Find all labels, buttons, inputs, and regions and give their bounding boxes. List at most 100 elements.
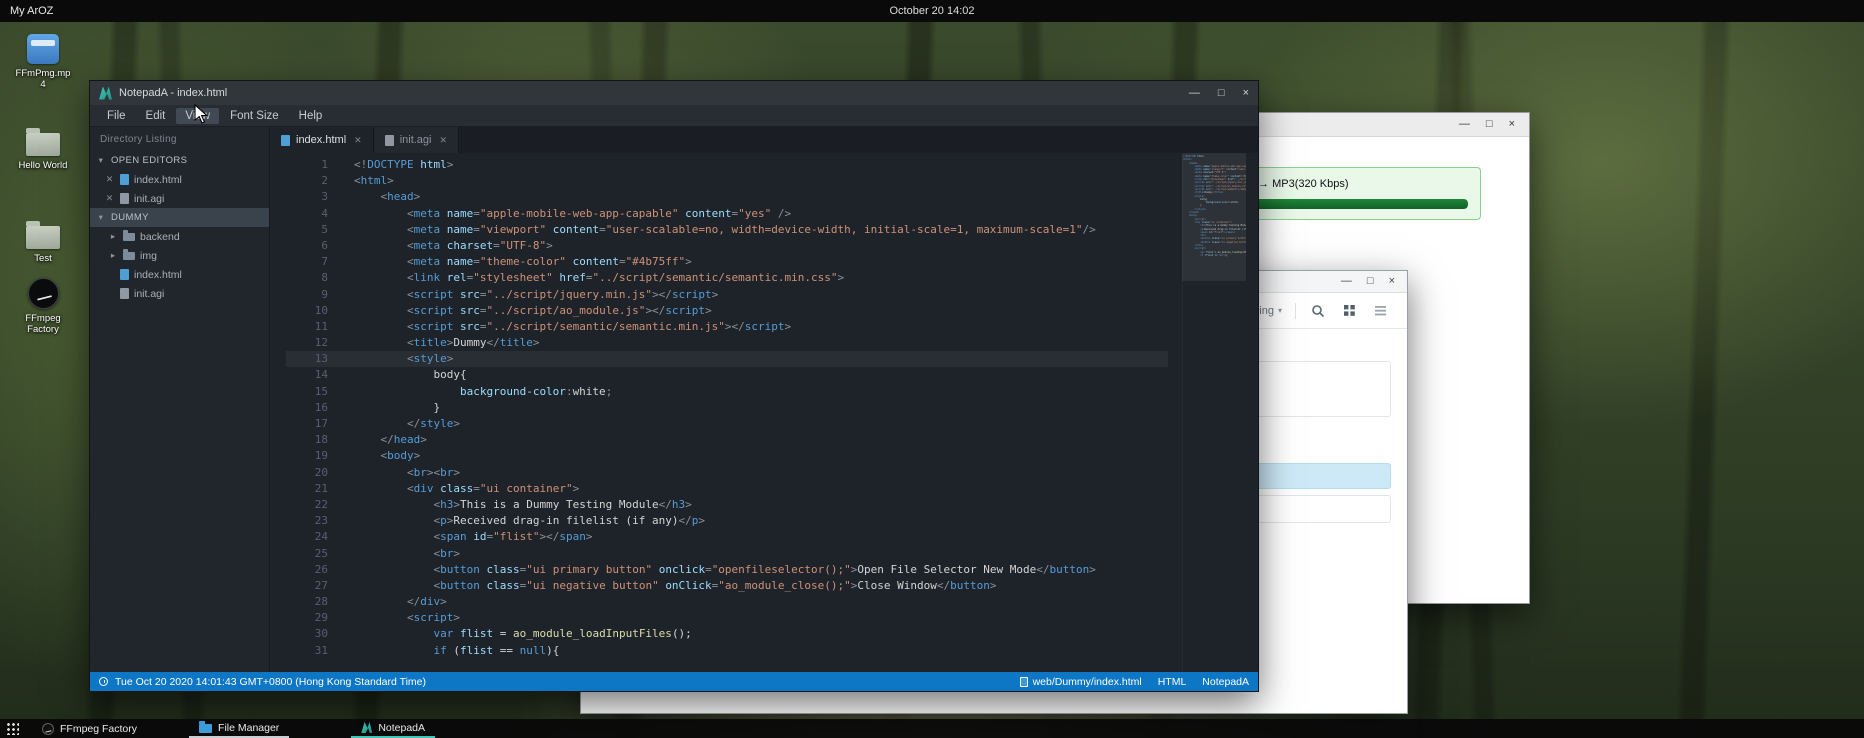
code-area[interactable]: 1<!DOCTYPE html>2<html>3 <head>4 <meta n… [270, 153, 1258, 672]
sidebar-folder-backend[interactable]: ▸backend [90, 227, 269, 246]
close-icon[interactable]: × [1243, 88, 1249, 99]
menu-help[interactable]: Help [290, 108, 332, 124]
code-line[interactable]: 28 </div> [286, 594, 1168, 610]
code-line[interactable]: 23 <p>Received drag-in filelist (if any)… [286, 513, 1168, 529]
desktop-icon-test[interactable]: Test [12, 219, 74, 264]
notepada-titlebar[interactable]: NotepadA - index.html — □ × [90, 81, 1258, 105]
code-line[interactable]: 24 <span id="flist"></span> [286, 529, 1168, 545]
code-line[interactable]: 22 <h3>This is a Dummy Testing Module</h… [286, 497, 1168, 513]
code-line[interactable]: 11 <script src="../script/semantic/seman… [286, 319, 1168, 335]
code-line[interactable]: 29 <script> [286, 610, 1168, 626]
maximize-icon[interactable]: □ [1486, 119, 1493, 130]
grid-view-icon[interactable] [1340, 302, 1358, 320]
menu-view[interactable]: View [176, 108, 219, 124]
minimize-icon[interactable]: — [1341, 276, 1352, 287]
code-editor[interactable]: 1<!DOCTYPE html>2<html>3 <head>4 <meta n… [270, 153, 1258, 672]
status-filepath-group: web/Dummy/index.html [1020, 676, 1142, 688]
desktop-icon-ffmpmg-mp4[interactable]: FFmPmg.mp4 [12, 34, 74, 90]
menu-file[interactable]: File [98, 108, 135, 124]
minimap-slider[interactable] [1182, 153, 1246, 281]
code-line[interactable]: 13 <style> [286, 351, 1168, 367]
line-number: 20 [286, 465, 328, 481]
code-text: <br> [354, 547, 460, 560]
window-controls: — □ × [1189, 88, 1249, 99]
file-sidebar: Directory Listing ▾OPEN EDITORS✕index.ht… [90, 127, 270, 672]
code-line[interactable]: 30 var flist = ao_module_loadInputFiles(… [286, 626, 1168, 642]
sidebar-section-dummy[interactable]: ▾DUMMY [90, 208, 269, 227]
sidebar-folder-img[interactable]: ▸img [90, 246, 269, 265]
code-line[interactable]: 31 if (flist == null){ [286, 643, 1168, 659]
notepad-body: Directory Listing ▾OPEN EDITORS✕index.ht… [90, 127, 1258, 672]
html-file-icon [120, 269, 129, 280]
code-line[interactable]: 21 <div class="ui container"> [286, 481, 1168, 497]
code-line[interactable]: 25 <br> [286, 546, 1168, 562]
line-number: 30 [286, 626, 328, 642]
code-line[interactable]: 5 <meta name="viewport" content="user-sc… [286, 222, 1168, 238]
line-number: 2 [286, 173, 328, 189]
code-line[interactable]: 26 <button class="ui primary button" onc… [286, 562, 1168, 578]
code-text: <button class="ui primary button" onclic… [354, 563, 1096, 576]
line-number: 15 [286, 384, 328, 400]
code-text: <body> [354, 449, 420, 462]
code-line[interactable]: 2<html> [286, 173, 1168, 189]
tab-init-agi[interactable]: init.agi✕ [374, 127, 459, 153]
code-line[interactable]: 18 </head> [286, 432, 1168, 448]
code-line[interactable]: 9 <script src="../script/jquery.min.js">… [286, 287, 1168, 303]
system-topbar: My ArOZ October 20 14:02 [0, 0, 1864, 22]
code-text: <script src="../script/jquery.min.js"></… [354, 288, 718, 301]
taskbar-item-file-manager[interactable]: File Manager [189, 719, 289, 738]
close-icon[interactable]: ✕ [104, 193, 115, 204]
aroz-start-menu[interactable]: My ArOZ [10, 5, 53, 17]
code-line[interactable]: 16 } [286, 400, 1168, 416]
sidebar-tree: ▾OPEN EDITORS✕index.html✕init.agi▾DUMMY▸… [90, 151, 269, 303]
code-text: <head> [354, 190, 420, 203]
sidebar-section-open-editors[interactable]: ▾OPEN EDITORS [90, 151, 269, 170]
code-text: <button class="ui negative button" onCli… [354, 579, 996, 592]
code-line[interactable]: 19 <body> [286, 448, 1168, 464]
status-language: HTML [1158, 676, 1187, 688]
maximize-icon[interactable]: □ [1367, 276, 1374, 287]
sidebar-editor-init-agi[interactable]: ✕init.agi [90, 189, 269, 208]
code-text: if (flist == null){ [354, 644, 559, 657]
line-number: 23 [286, 513, 328, 529]
taskbar-item-notepada[interactable]: NotepadA [351, 719, 435, 738]
desktop-icon-hello-world[interactable]: Hello World [12, 126, 74, 171]
code-line[interactable]: 14 body{ [286, 367, 1168, 383]
system-clock: October 20 14:02 [889, 5, 974, 17]
menu-font-size[interactable]: Font Size [221, 108, 288, 124]
desktop-icon-ffmpeg-factory[interactable]: FFmpeg Factory [12, 278, 74, 335]
code-line[interactable]: 7 <meta name="theme-color" content="#4b7… [286, 254, 1168, 270]
chevron-right-icon: ▸ [108, 250, 118, 261]
sidebar-file-init-agi[interactable]: init.agi [90, 284, 269, 303]
code-line[interactable]: 12 <title>Dummy</title> [286, 335, 1168, 351]
code-line[interactable]: 6 <meta charset="UTF-8"> [286, 238, 1168, 254]
list-view-icon[interactable] [1371, 302, 1389, 320]
close-icon[interactable]: ✕ [439, 135, 447, 146]
code-line[interactable]: 3 <head> [286, 189, 1168, 205]
code-line[interactable]: 10 <script src="../script/ao_module.js">… [286, 303, 1168, 319]
tab-index-html[interactable]: index.html✕ [270, 127, 374, 153]
sidebar-editor-index-html[interactable]: ✕index.html [90, 170, 269, 189]
code-line[interactable]: 17 </style> [286, 416, 1168, 432]
menu-edit[interactable]: Edit [137, 108, 175, 124]
code-line[interactable]: 1<!DOCTYPE html> [286, 157, 1168, 173]
status-appname: NotepadA [1202, 676, 1249, 688]
close-icon[interactable]: ✕ [104, 174, 115, 185]
code-line[interactable]: 8 <link rel="stylesheet" href="../script… [286, 270, 1168, 286]
search-icon[interactable] [1309, 302, 1327, 320]
sidebar-file-index-html[interactable]: index.html [90, 265, 269, 284]
close-icon[interactable]: ✕ [354, 135, 362, 146]
close-icon[interactable]: × [1389, 276, 1395, 287]
code-line[interactable]: 20 <br><br> [286, 465, 1168, 481]
code-line[interactable]: 15 background-color:white; [286, 384, 1168, 400]
line-number: 25 [286, 546, 328, 562]
code-line[interactable]: 27 <button class="ui negative button" on… [286, 578, 1168, 594]
maximize-icon[interactable]: □ [1218, 88, 1225, 99]
minimize-icon[interactable]: — [1459, 119, 1470, 130]
minimize-icon[interactable]: — [1189, 88, 1200, 99]
start-button[interactable] [0, 719, 24, 738]
taskbar-item-ffmpeg-factory[interactable]: FFmpeg Factory [32, 719, 147, 738]
close-icon[interactable]: × [1509, 119, 1515, 130]
chevron-down-icon: ▾ [96, 155, 106, 166]
code-line[interactable]: 4 <meta name="apple-mobile-web-app-capab… [286, 206, 1168, 222]
